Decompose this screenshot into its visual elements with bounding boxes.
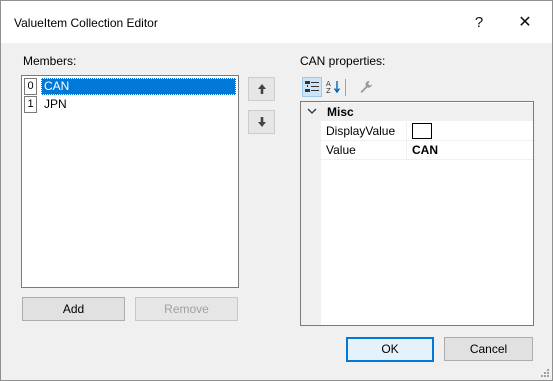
member-index: 1	[24, 96, 37, 113]
wrench-icon	[360, 81, 372, 93]
alphabetical-button[interactable]: A Z	[324, 77, 344, 97]
member-item-jpn[interactable]: 1 JPN	[24, 96, 236, 113]
members-label: Members:	[23, 54, 77, 68]
categorized-icon	[305, 81, 319, 92]
property-row-displayvalue[interactable]: DisplayValue	[321, 122, 533, 141]
property-pages-button[interactable]	[356, 77, 376, 97]
category-row-misc[interactable]: Misc	[301, 103, 533, 121]
move-up-button[interactable]	[248, 77, 275, 101]
member-name: CAN	[41, 78, 236, 95]
svg-text:Z: Z	[326, 87, 331, 94]
close-button[interactable]: ✕	[505, 9, 545, 37]
categorized-button[interactable]	[302, 77, 322, 97]
member-name: JPN	[44, 97, 67, 111]
properties-label: CAN properties:	[300, 54, 386, 68]
property-name: DisplayValue	[326, 124, 396, 138]
property-grid[interactable]: Misc DisplayValue Value CAN	[300, 101, 534, 326]
chevron-down-icon[interactable]	[307, 106, 317, 116]
resize-grip-icon[interactable]	[540, 368, 550, 378]
title-bar: ValueItem Collection Editor ? ✕	[1, 1, 552, 43]
column-divider	[406, 122, 407, 140]
column-divider	[406, 141, 407, 159]
add-button[interactable]: Add	[22, 297, 125, 321]
property-row-value[interactable]: Value CAN	[321, 141, 533, 160]
arrow-down-icon	[257, 117, 266, 127]
help-button[interactable]: ?	[459, 9, 499, 37]
members-list[interactable]: 0 CAN 1 JPN	[21, 75, 239, 288]
property-value[interactable]: CAN	[412, 143, 438, 157]
cancel-button[interactable]: Cancel	[444, 337, 533, 361]
arrow-up-icon	[257, 84, 266, 94]
ok-button[interactable]: OK	[346, 337, 434, 362]
remove-button[interactable]: Remove	[135, 297, 238, 321]
toolbar-separator	[345, 79, 346, 96]
property-name: Value	[326, 143, 356, 157]
window-title: ValueItem Collection Editor	[14, 16, 158, 30]
member-item-can[interactable]: 0 CAN	[24, 78, 236, 95]
property-grid-gutter	[301, 102, 321, 325]
properties-toolbar: A Z	[300, 77, 390, 99]
sort-alphabetical-icon: A Z	[326, 80, 341, 94]
display-value-swatch[interactable]	[412, 123, 432, 139]
member-index: 0	[24, 78, 37, 95]
category-label: Misc	[327, 105, 354, 119]
collection-editor-dialog: ValueItem Collection Editor ? ✕ Members:…	[0, 0, 553, 381]
move-down-button[interactable]	[248, 110, 275, 134]
